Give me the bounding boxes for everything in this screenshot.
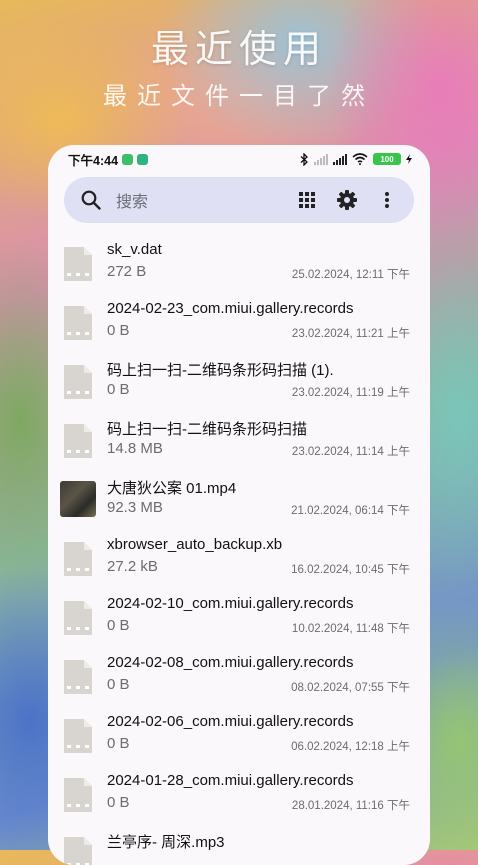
status-time: 下午4:44 — [68, 153, 119, 168]
grid-view-icon[interactable] — [296, 189, 318, 211]
file-date: 25.02.2024, 12:11 下午 — [291, 269, 410, 281]
settings-icon[interactable] — [336, 189, 358, 211]
shield-notification-icon — [137, 153, 149, 165]
search-input[interactable]: 搜索 — [116, 188, 296, 212]
file-name: 码上扫一扫-二维码条形码扫描 (1). — [107, 362, 334, 379]
status-bar: 下午4:44 100 — [48, 145, 430, 173]
list-item[interactable]: 2024-02-10_com.miui.gallery.records 0 B 10… — [48, 589, 430, 648]
file-size: 0 B — [107, 794, 130, 811]
file-size: 0 B — [107, 322, 130, 339]
search-icon[interactable] — [80, 189, 102, 211]
file-date: 06.02.2024, 12:18 上午 — [291, 741, 410, 753]
list-item[interactable]: 2024-01-28_com.miui.gallery.records 0 B 28… — [48, 766, 430, 825]
file-icon — [64, 778, 92, 812]
list-item[interactable]: 2024-02-06_com.miui.gallery.records 0 B 06… — [48, 707, 430, 766]
recent-files-list: sk_v.dat 272 B 25.02.2024, 12:11 下午 2024-02… — [48, 235, 430, 865]
file-icon — [64, 542, 92, 576]
battery-icon: 100 — [373, 153, 401, 165]
charging-icon — [406, 154, 412, 164]
file-size: 92.3 MB — [107, 499, 163, 516]
file-name: 兰亭序- 周深.mp3 — [107, 834, 225, 851]
file-icon — [64, 247, 92, 281]
file-icon — [64, 719, 92, 753]
file-size: 272 B — [107, 263, 147, 280]
file-icon — [64, 601, 92, 635]
wifi-icon — [352, 153, 368, 165]
file-date: 23.02.2024, 11:21 上午 — [291, 328, 410, 340]
file-date: 21.02.2024, 06:14 下午 — [291, 505, 410, 517]
file-icon — [64, 837, 92, 865]
file-name: 2024-01-28_com.miui.gallery.records — [107, 772, 354, 789]
file-date: 23.02.2024, 11:19 上午 — [291, 387, 410, 399]
signal-icon — [314, 153, 328, 165]
file-icon — [64, 306, 92, 340]
list-item[interactable]: 码上扫一扫-二维码条形码扫描 (1). 0 B 23.02.2024, 11:19 … — [48, 353, 430, 412]
file-size: 0 B — [107, 735, 130, 752]
list-item[interactable]: 2024-02-08_com.miui.gallery.records 0 B 08… — [48, 648, 430, 707]
video-thumbnail — [60, 481, 96, 517]
list-item[interactable]: 码上扫一扫-二维码条形码扫描 14.8 MB 23.02.2024, 11:14 上… — [48, 412, 430, 471]
more-vert-icon[interactable] — [376, 189, 398, 211]
list-item[interactable]: 大唐狄公案 01.mp4 92.3 MB 21.02.2024, 06:14 下午 — [48, 471, 430, 530]
hero-subtitle: 最近文件一目了然 — [103, 82, 375, 110]
file-icon — [64, 365, 92, 399]
file-size: 27.2 kB — [107, 558, 158, 575]
hero-title: 最近使用 — [150, 27, 327, 71]
file-size: 0 B — [107, 381, 130, 398]
file-size: 14.8 MB — [107, 440, 163, 457]
file-date: 10.02.2024, 11:48 下午 — [291, 623, 410, 635]
file-date: 28.01.2024, 11:16 下午 — [291, 800, 410, 812]
file-icon — [64, 424, 92, 458]
file-name: 2024-02-08_com.miui.gallery.records — [107, 654, 354, 671]
file-name: sk_v.dat — [107, 241, 162, 258]
file-name: 2024-02-23_com.miui.gallery.records — [107, 300, 354, 317]
file-name: 2024-02-06_com.miui.gallery.records — [107, 713, 354, 730]
file-name: 大唐狄公案 01.mp4 — [107, 480, 237, 497]
file-name: 2024-02-10_com.miui.gallery.records — [107, 595, 354, 612]
file-icon — [64, 660, 92, 694]
list-item[interactable]: 2024-02-23_com.miui.gallery.records 0 B 23… — [48, 294, 430, 353]
file-size: 0 B — [107, 617, 130, 634]
bluetooth-icon — [300, 152, 308, 166]
search-bar[interactable]: 搜索 — [64, 177, 414, 223]
signal-hd-icon — [333, 153, 347, 165]
list-item[interactable]: 兰亭序- 周深.mp3 — [48, 825, 430, 865]
list-item[interactable]: xbrowser_auto_backup.xb 27.2 kB 16.02.2024… — [48, 530, 430, 589]
file-size: 0 B — [107, 676, 130, 693]
file-manager-card: 下午4:44 100 搜索 sk_v.dat 272 B 25.02.2024,… — [48, 145, 430, 865]
file-name: xbrowser_auto_backup.xb — [107, 536, 283, 553]
file-date: 08.02.2024, 07:55 下午 — [291, 682, 410, 694]
app-notification-icon — [122, 153, 134, 165]
file-name: 码上扫一扫-二维码条形码扫描 — [107, 421, 307, 438]
file-date: 16.02.2024, 10:45 下午 — [291, 564, 410, 576]
list-item[interactable]: sk_v.dat 272 B 25.02.2024, 12:11 下午 — [48, 235, 430, 294]
file-date: 23.02.2024, 11:14 上午 — [291, 446, 410, 458]
